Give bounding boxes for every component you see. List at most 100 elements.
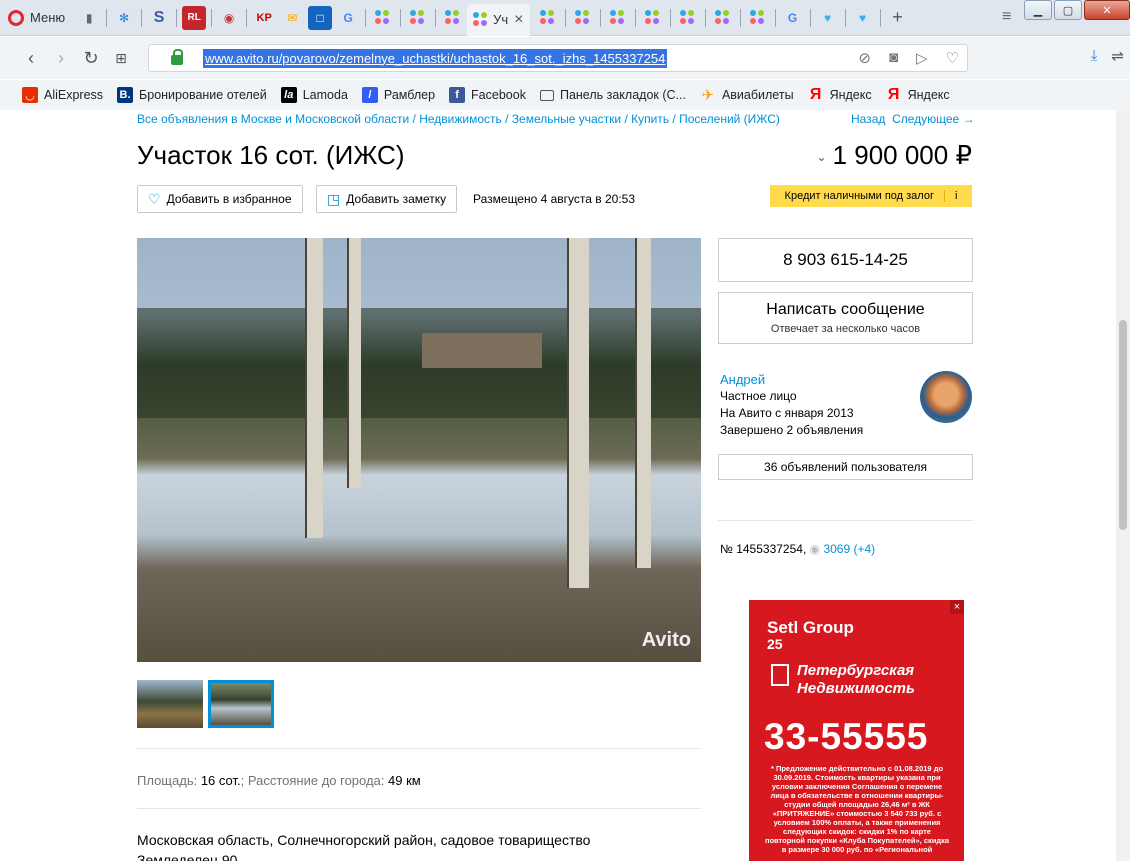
eye-icon: ◉	[809, 542, 821, 556]
bookmark-rambler[interactable]: / Рамблер	[361, 87, 435, 103]
camera-icon[interactable]: ◙	[889, 49, 898, 67]
bookmarks-bar: ◡ AliExpress B. Бронирование отелей la L…	[0, 80, 1130, 110]
close-tab-icon[interactable]: ×	[514, 11, 523, 29]
minimize-icon[interactable]: ▁	[1024, 0, 1052, 20]
tab-avito-icon[interactable]	[676, 6, 700, 30]
photo-thumbnail[interactable]	[137, 680, 203, 728]
easy-setup-icon[interactable]: ⇌	[1111, 47, 1124, 65]
tab-avito-icon[interactable]	[711, 6, 735, 30]
avito-watermark: Avito	[641, 629, 691, 651]
maximize-icon[interactable]: ▢	[1054, 0, 1082, 20]
listing-nav: Назад Следующее →	[851, 112, 975, 126]
page-content: Все объявления в Москве и Московской обл…	[0, 110, 1130, 861]
bookmark-folder[interactable]: Панель закладок (С...	[539, 88, 686, 102]
bookmark-aviabilety[interactable]: ✈ Авиабилеты	[700, 87, 794, 104]
url-text[interactable]: www.avito.ru/povarovo/zemelnye_uchastki/…	[203, 48, 668, 68]
tab-kp-icon[interactable]: KP	[252, 6, 276, 30]
lamoda-icon: la	[280, 87, 297, 103]
address: Московская область, Солнечногорский райо…	[137, 832, 591, 861]
reload-icon[interactable]: ↻	[76, 48, 106, 69]
lock-icon	[171, 49, 183, 65]
yandex-icon: Я	[809, 86, 822, 103]
tab-avito-icon[interactable]	[641, 6, 665, 30]
tab-google-icon[interactable]: G	[336, 6, 360, 30]
tab-avito-icon[interactable]	[571, 6, 595, 30]
tab-snowflake-icon[interactable]: ✻	[112, 6, 136, 30]
company-name: Петербургская Недвижимость	[771, 662, 915, 698]
main-photo[interactable]: Avito	[137, 238, 701, 662]
yandex-icon: Я	[887, 86, 900, 103]
views-count[interactable]: 3069 (+4)	[823, 542, 875, 556]
tab-location-icon[interactable]: ♥	[851, 6, 875, 30]
tab-eye-icon[interactable]: ◉	[217, 6, 241, 30]
tab-mail-icon[interactable]: ✉	[280, 6, 304, 30]
bookmark-facebook[interactable]: f Facebook	[449, 87, 526, 103]
back-link[interactable]: Назад	[851, 112, 885, 126]
new-tab-icon[interactable]: +	[886, 6, 910, 30]
send-message-button[interactable]: Написать сообщение Отвечает за несколько…	[718, 292, 973, 344]
bookmark-booking[interactable]: B. Бронирование отелей	[117, 87, 267, 103]
tab-bar: Меню ▮ ✻ S RL ◉ KP ✉ □ G Уч × G ♥ ♥ + ≡ …	[0, 0, 1130, 36]
tab-google-icon[interactable]: G	[781, 6, 805, 30]
user-ads-button[interactable]: 36 объявлений пользователя	[718, 454, 973, 480]
company-logo-icon	[771, 664, 789, 686]
active-tab-label: Уч	[493, 12, 509, 27]
tab-avito-icon[interactable]	[441, 6, 465, 30]
scrollbar[interactable]	[1116, 110, 1130, 861]
scrollbar-thumb[interactable]	[1119, 320, 1127, 530]
listing-params: Площадь: 16 сот.; Расстояние до города: …	[137, 773, 421, 788]
aliexpress-icon: ◡	[22, 87, 38, 103]
tab-file-icon[interactable]: ▮	[77, 6, 101, 30]
opera-logo-icon	[8, 9, 24, 26]
posted-date: Размещено 4 августа в 20:53	[473, 192, 636, 206]
speed-dial-icon[interactable]: ⊞	[106, 50, 136, 67]
credit-button[interactable]: Кредит наличными под залог i	[770, 185, 972, 207]
bookmark-lamoda[interactable]: la Lamoda	[280, 87, 348, 103]
avito-icon	[473, 11, 489, 28]
url-field[interactable]: www.avito.ru/povarovo/zemelnye_uchastki/…	[148, 44, 968, 72]
rambler-icon: /	[361, 87, 378, 103]
bookmark-aliexpress[interactable]: ◡ AliExpress	[22, 87, 103, 103]
back-icon[interactable]: ‹	[16, 48, 46, 69]
tab-location-icon[interactable]: ♥	[816, 6, 840, 30]
opera-menu-button[interactable]: Меню	[0, 0, 75, 36]
send-icon[interactable]: ▷	[916, 49, 928, 67]
phone-button[interactable]: 8 903 615-14-25	[718, 238, 973, 282]
search-icon[interactable]: ⊘	[858, 49, 871, 67]
tab-avito-icon[interactable]	[746, 6, 770, 30]
avatar[interactable]	[920, 371, 972, 423]
tab-menu-icon[interactable]: ≡	[1002, 8, 1011, 26]
bookmark-yandex[interactable]: Я Яндекс	[808, 86, 872, 103]
heart-icon[interactable]: ♡	[946, 49, 959, 67]
tab-avito-icon[interactable]	[606, 6, 630, 30]
tab-avito-icon[interactable]	[536, 6, 560, 30]
tab-avito-icon[interactable]	[406, 6, 430, 30]
forward-icon[interactable]: ›	[46, 48, 76, 69]
ad-banner[interactable]: × Setl Group 25 Петербургская Недвижимос…	[749, 600, 964, 861]
tab-s-icon[interactable]: S	[147, 6, 171, 30]
tab-avito-icon[interactable]	[371, 6, 395, 30]
photo-thumbnail-selected[interactable]	[208, 680, 274, 728]
breadcrumb[interactable]: Все объявления в Москве и Московской обл…	[137, 112, 780, 126]
seller-name[interactable]: Андрей	[720, 371, 863, 388]
more-tabs: G ♥ ♥ +	[534, 0, 912, 36]
plane-icon: ✈	[701, 87, 715, 104]
tab-chat-icon[interactable]: □	[308, 5, 333, 30]
address-bar: ‹ › ↻ ⊞ www.avito.ru/povarovo/zemelnye_u…	[0, 37, 1130, 79]
add-favorite-button[interactable]: ♡ Добавить в избранное	[137, 185, 303, 213]
active-tab[interactable]: Уч ×	[467, 3, 530, 36]
info-icon: i	[943, 190, 957, 202]
bookmark-yandex-2[interactable]: Я Яндекс	[886, 86, 950, 103]
close-window-icon[interactable]: ✕	[1084, 0, 1130, 20]
close-icon[interactable]: ×	[950, 600, 964, 614]
add-note-button[interactable]: ◳ Добавить заметку	[316, 185, 458, 213]
tab-red-logo-icon[interactable]: RL	[182, 5, 207, 30]
facebook-icon: f	[449, 87, 466, 103]
chevron-down-icon: ⌄	[816, 150, 827, 165]
next-link[interactable]: Следующее →	[892, 112, 975, 126]
price-value: 1 900 000 ₽	[832, 140, 972, 170]
price[interactable]: ⌄ 1 900 000 ₽	[817, 140, 973, 171]
heart-icon: ♡	[148, 190, 161, 207]
download-icon[interactable]: ⤓	[1091, 47, 1098, 65]
menu-label: Меню	[30, 10, 66, 25]
